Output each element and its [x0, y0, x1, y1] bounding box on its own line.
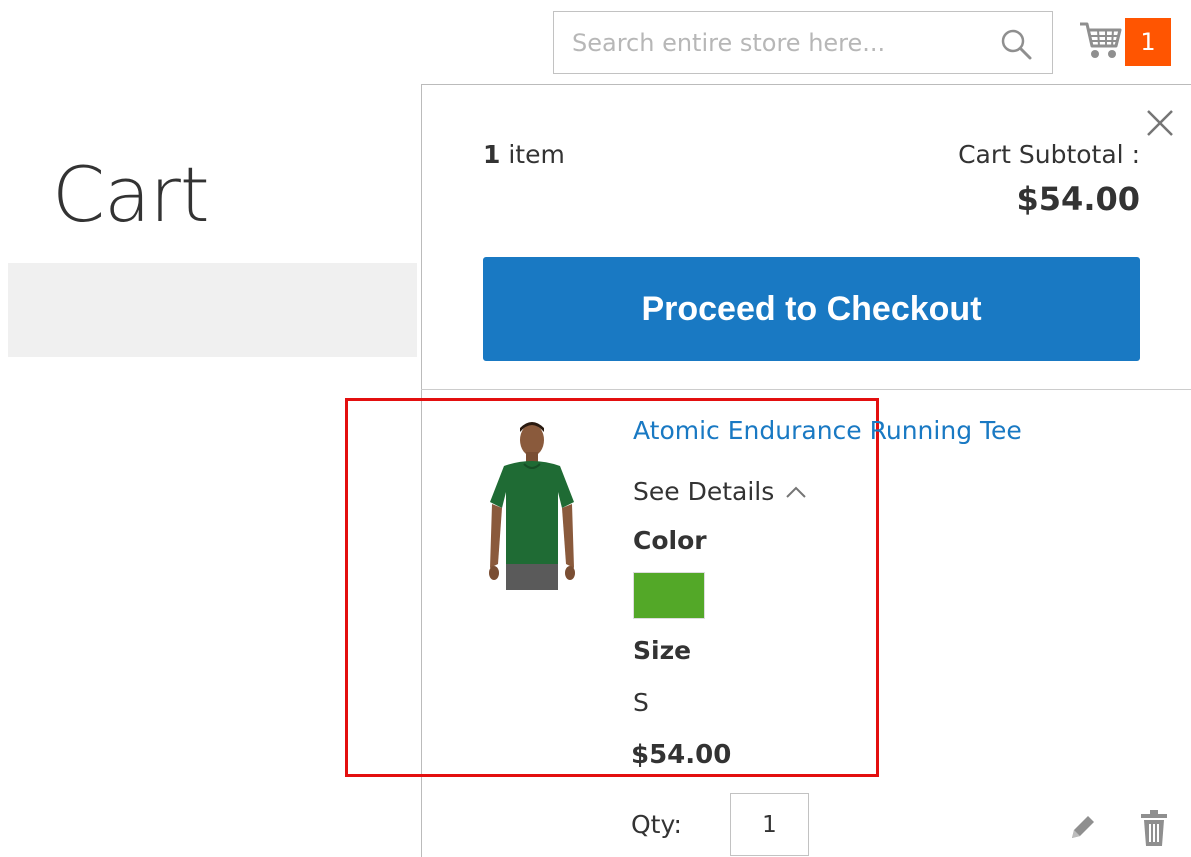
page: 1 Cart 1 item Cart Subtotal : $54.00 Pro…	[0, 0, 1191, 857]
chevron-up-icon	[786, 486, 806, 498]
qty-input[interactable]	[730, 793, 809, 856]
proceed-to-checkout-button[interactable]: Proceed to Checkout	[483, 257, 1140, 361]
page-title: Cart	[52, 150, 210, 239]
subtotal-price: $54.00	[1016, 180, 1140, 218]
content-placeholder-block	[8, 263, 417, 357]
option-size-value: S	[633, 688, 649, 717]
color-swatch	[633, 572, 705, 619]
items-total: 1 item	[483, 140, 565, 169]
shopping-cart-icon[interactable]	[1078, 18, 1124, 62]
qty-label: Qty:	[631, 810, 682, 839]
product-name-link[interactable]: Atomic Endurance Running Tee	[633, 416, 1022, 445]
item-price: $54.00	[631, 740, 732, 770]
highlighted-product-item	[345, 398, 879, 777]
minicart-trigger[interactable]: 1	[1078, 14, 1178, 70]
search-box	[553, 11, 1053, 74]
divider	[421, 389, 1191, 390]
items-label: item	[508, 140, 565, 169]
see-details-label: See Details	[633, 477, 775, 506]
search-icon[interactable]	[999, 27, 1033, 61]
option-size-label: Size	[633, 636, 692, 665]
cart-count-badge[interactable]: 1	[1125, 18, 1171, 66]
items-count: 1	[483, 140, 501, 169]
search-input[interactable]	[572, 26, 992, 60]
see-details-toggle[interactable]: See Details	[633, 477, 808, 506]
option-color-label: Color	[633, 526, 707, 555]
edit-pencil-icon[interactable]	[1066, 812, 1098, 844]
subtotal-label: Cart Subtotal :	[958, 140, 1140, 169]
trash-icon[interactable]	[1138, 808, 1170, 848]
close-icon[interactable]	[1143, 106, 1177, 140]
product-image[interactable]	[482, 418, 580, 592]
